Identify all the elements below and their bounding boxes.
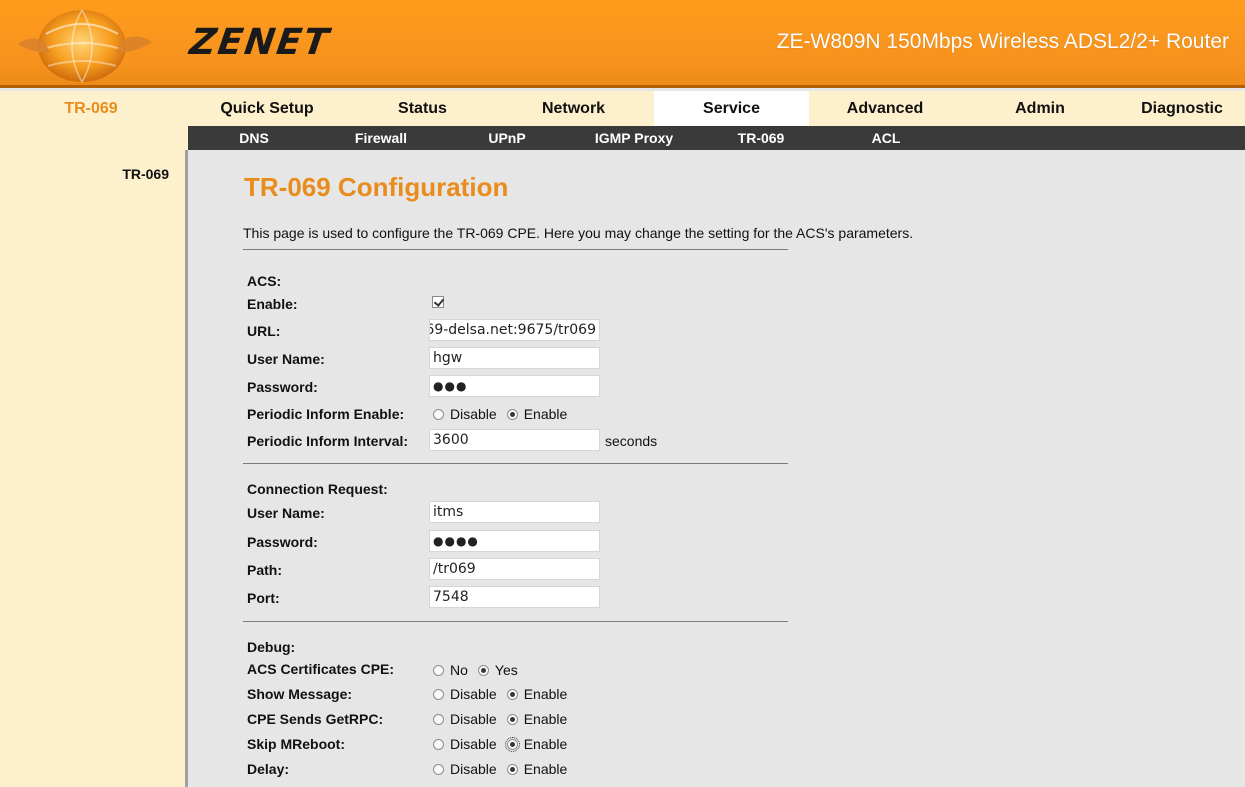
nav-advanced[interactable]: Advanced <box>809 91 961 126</box>
acs-cert-no-label: No <box>450 662 468 678</box>
getrpc-enable-radio[interactable] <box>506 713 518 725</box>
nav-service[interactable]: Service <box>654 91 809 126</box>
getrpc-enable-label: Enable <box>523 711 568 727</box>
subnav-upnp[interactable]: UPnP <box>488 126 525 150</box>
acs-password-input[interactable]: ●●● <box>429 375 600 397</box>
periodic-enable-radio[interactable] <box>506 408 518 420</box>
globe-logo-icon <box>18 9 152 83</box>
acs-cert-label: ACS Certificates CPE: <box>247 661 395 677</box>
show-message-radios: Disable Enable <box>433 686 577 702</box>
periodic-inform-enable-label: Periodic Inform Enable: <box>247 406 405 422</box>
main-nav: TR-069 Quick Setup Status Network Servic… <box>0 91 1245 126</box>
delay-disable-radio[interactable] <box>433 763 444 775</box>
subnav-acl[interactable]: ACL <box>872 126 901 150</box>
cr-port-input[interactable]: 7548 <box>429 586 600 608</box>
acs-section-label: ACS: <box>247 273 282 289</box>
acs-url-label: URL: <box>247 323 281 339</box>
delay-enable-label: Enable <box>523 761 568 777</box>
cr-path-label: Path: <box>247 562 282 578</box>
periodic-enable-label: Enable <box>523 406 568 422</box>
brand-logo: ZENET <box>187 22 333 63</box>
acs-password-label: Password: <box>247 379 318 395</box>
acs-url-value: r069-delsa.net:9675/tr069 <box>429 322 596 338</box>
nav-network[interactable]: Network <box>493 91 654 126</box>
subnav-dns[interactable]: DNS <box>239 126 269 150</box>
main-content: TR-069 Configuration This page is used t… <box>191 150 1245 787</box>
acs-cert-yes-label: Yes <box>494 662 518 678</box>
subnav-igmp-proxy[interactable]: IGMP Proxy <box>595 126 673 150</box>
skip-mreboot-disable-label: Disable <box>450 736 497 752</box>
nav-diagnostic[interactable]: Diagnostic <box>1119 91 1245 126</box>
sidebar: TR-069 <box>0 150 188 787</box>
delay-radios: Disable Enable <box>433 761 577 777</box>
skip-mreboot-enable-radio[interactable] <box>504 736 520 752</box>
cr-password-input[interactable]: ●●●● <box>429 530 600 552</box>
subnav-firewall[interactable]: Firewall <box>355 126 407 150</box>
divider <box>243 463 788 464</box>
delay-label: Delay: <box>247 761 290 777</box>
show-message-enable-radio[interactable] <box>506 688 518 700</box>
nav-quick-setup[interactable]: Quick Setup <box>182 91 352 126</box>
show-message-enable-label: Enable <box>523 686 568 702</box>
debug-section-label: Debug: <box>247 639 296 655</box>
acs-username-input[interactable]: hgw <box>429 347 600 369</box>
acs-enable-label: Enable: <box>247 296 298 312</box>
header-banner: ZENET ZE-W809N 150Mbps Wireless ADSL2/2+… <box>0 0 1245 88</box>
page-description: This page is used to configure the TR-06… <box>243 225 914 241</box>
cr-path-input[interactable]: /tr069 <box>429 558 600 580</box>
skip-mreboot-label: Skip MReboot: <box>247 736 345 752</box>
cr-username-input[interactable]: itms <box>429 501 600 523</box>
divider <box>243 621 788 622</box>
acs-enable-checkbox[interactable] <box>432 296 444 308</box>
acs-username-label: User Name: <box>247 351 325 367</box>
interval-unit: seconds <box>605 433 658 449</box>
show-message-disable-radio[interactable] <box>433 688 444 700</box>
periodic-disable-label: Disable <box>450 406 497 422</box>
product-name: ZE-W809N 150Mbps Wireless ADSL2/2+ Route… <box>776 30 1229 53</box>
delay-disable-label: Disable <box>450 761 497 777</box>
show-message-label: Show Message: <box>247 686 353 702</box>
nav-admin[interactable]: Admin <box>961 91 1119 126</box>
subnav-tr069[interactable]: TR-069 <box>738 126 785 150</box>
periodic-inform-enable-radios: Disable Enable <box>433 406 577 422</box>
acs-cert-no-radio[interactable] <box>433 664 444 676</box>
skip-mreboot-enable-label: Enable <box>523 736 568 752</box>
acs-cert-radios: No Yes <box>433 662 528 678</box>
periodic-disable-radio[interactable] <box>433 408 444 420</box>
cr-username-label: User Name: <box>247 505 325 521</box>
getrpc-disable-radio[interactable] <box>433 713 444 725</box>
divider <box>243 249 788 250</box>
sidebar-item-tr069[interactable]: TR-069 <box>122 166 169 182</box>
acs-cert-yes-radio[interactable] <box>477 664 489 676</box>
periodic-inform-interval-label: Periodic Inform Interval: <box>247 433 409 449</box>
page-title: TR-069 Configuration <box>244 172 509 202</box>
show-message-disable-label: Disable <box>450 686 497 702</box>
nav-status[interactable]: Status <box>352 91 493 126</box>
cr-password-label: Password: <box>247 534 318 550</box>
getrpc-radios: Disable Enable <box>433 711 577 727</box>
sub-nav: DNS Firewall UPnP IGMP Proxy TR-069 ACL <box>0 126 1245 150</box>
skip-mreboot-disable-radio[interactable] <box>433 738 444 750</box>
skip-mreboot-radios: Disable Enable <box>433 736 577 752</box>
nav-tr069[interactable]: TR-069 <box>0 91 182 126</box>
acs-url-input[interactable]: r069-delsa.net:9675/tr069 <box>429 319 600 341</box>
connection-request-section-label: Connection Request: <box>247 481 388 497</box>
getrpc-label: CPE Sends GetRPC: <box>247 711 384 727</box>
delay-enable-radio[interactable] <box>506 763 518 775</box>
periodic-inform-interval-input[interactable]: 3600 <box>429 429 600 451</box>
cr-port-label: Port: <box>247 590 280 606</box>
subnav-spacer <box>0 126 188 150</box>
getrpc-disable-label: Disable <box>450 711 497 727</box>
